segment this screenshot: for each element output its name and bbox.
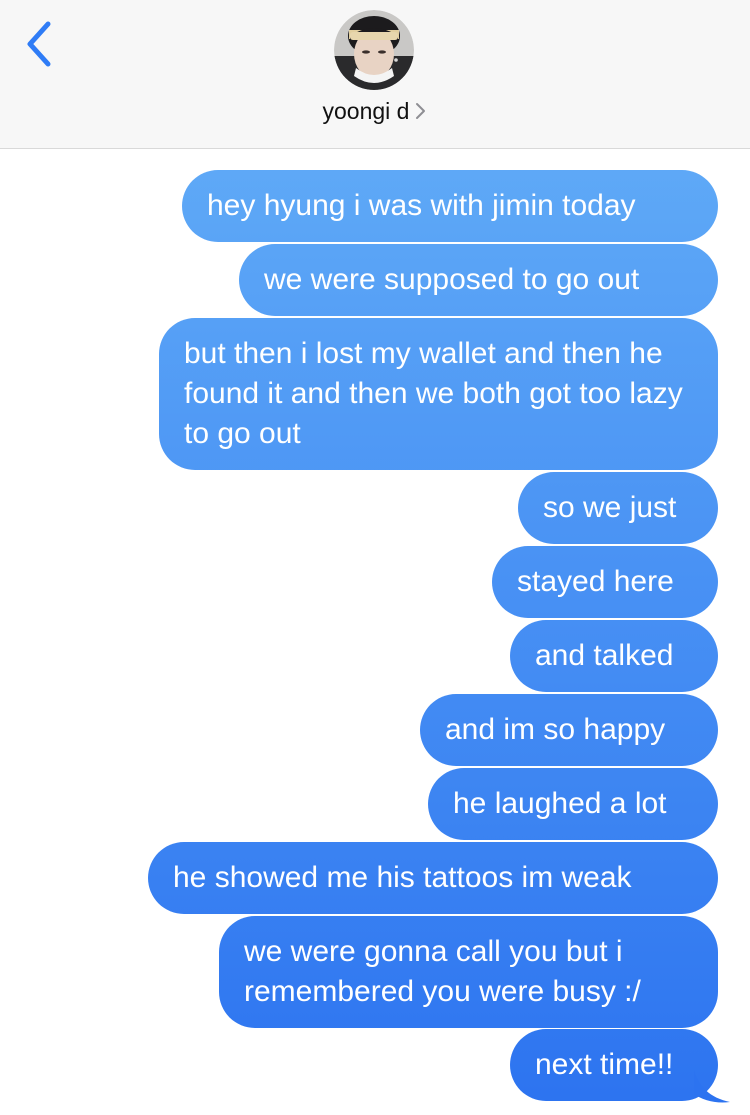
message-thread: hey hyung i was with jimin today we were… — [0, 0, 750, 1115]
message-bubble[interactable]: we were gonna call you but i remembered … — [219, 916, 718, 1028]
contact-name-button[interactable]: yoongi d — [0, 98, 750, 125]
avatar[interactable] — [334, 10, 414, 90]
message-bubble[interactable]: but then i lost my wallet and then he fo… — [159, 318, 718, 470]
message-text: he laughed a lot — [453, 787, 667, 820]
message-text: next time!! — [535, 1048, 674, 1081]
message-text: stayed here — [517, 565, 674, 598]
contact-name: yoongi d — [322, 98, 410, 124]
message-text: we were supposed to go out — [264, 263, 640, 296]
contact-photo — [334, 10, 414, 90]
message-bubble[interactable]: hey hyung i was with jimin today — [182, 170, 718, 242]
conversation-header: yoongi d — [0, 0, 750, 149]
message-text: so we just — [543, 491, 677, 524]
message-bubble[interactable]: he showed me his tattoos im weak — [148, 842, 718, 914]
bubble-tail-shape — [694, 1070, 730, 1103]
message-text: hey hyung i was with jimin today — [207, 189, 636, 222]
message-text: but then i lost my wallet and then he fo… — [184, 337, 683, 450]
message-text: and talked — [535, 639, 674, 672]
message-text: and im so happy — [445, 713, 666, 746]
message-bubble[interactable]: and im so happy — [420, 694, 718, 766]
bubble-tail — [694, 1070, 730, 1103]
chevron-right-icon — [416, 103, 426, 119]
back-button[interactable] — [18, 16, 62, 72]
message-bubble[interactable]: and talked — [510, 620, 718, 692]
message-bubble[interactable]: next time!! — [510, 1029, 718, 1101]
message-bubble[interactable]: we were supposed to go out — [239, 244, 718, 316]
message-bubble[interactable]: stayed here — [492, 546, 718, 618]
message-bubble[interactable]: he laughed a lot — [428, 768, 718, 840]
message-bubble[interactable]: so we just — [518, 472, 718, 544]
message-text: we were gonna call you but i remembered … — [244, 935, 641, 1008]
message-text: he showed me his tattoos im weak — [173, 861, 632, 894]
chevron-left-icon — [27, 21, 51, 67]
